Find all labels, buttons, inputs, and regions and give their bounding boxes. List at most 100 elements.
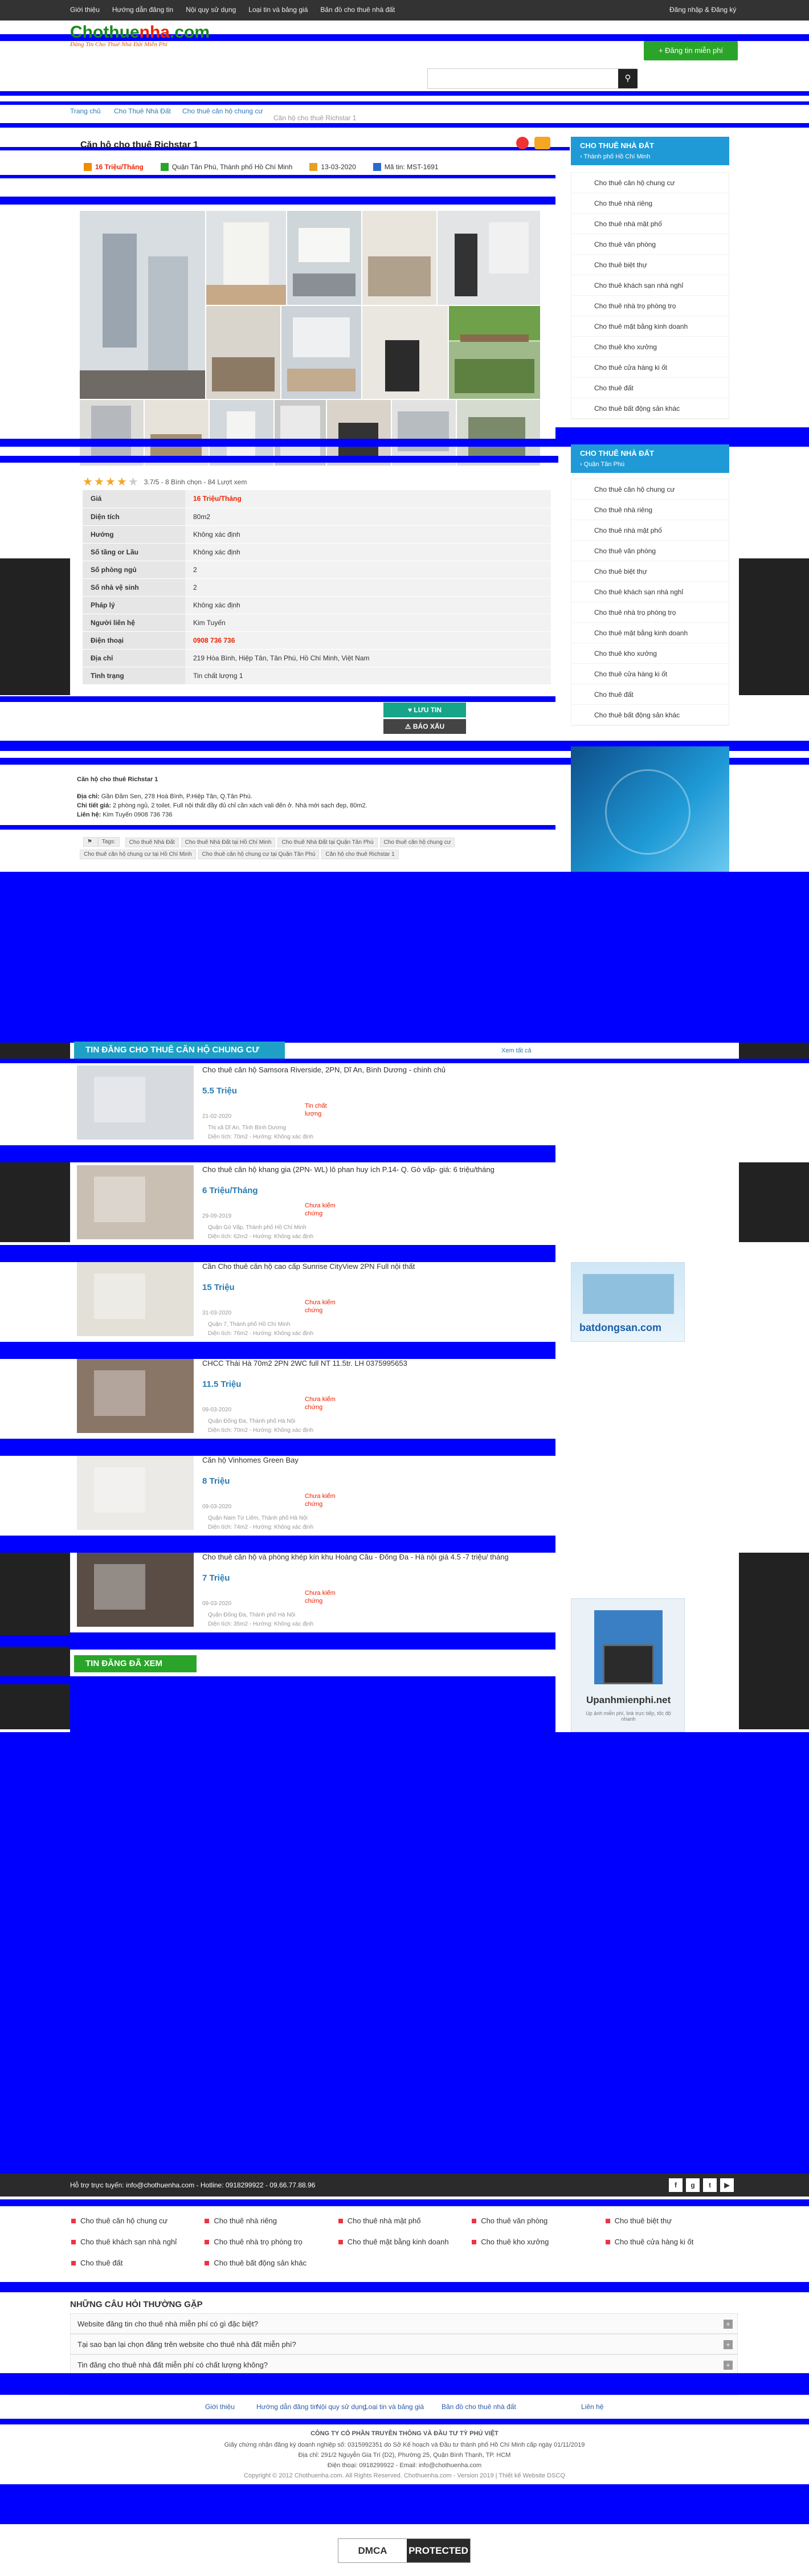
listing-title-link[interactable]: CHCC Thái Hà 70m2 2PN 2WC full NT 11.5tr… bbox=[202, 1359, 544, 1367]
login-link[interactable]: Đăng nhập & Đăng ký bbox=[669, 5, 738, 15]
sidebar-item[interactable]: Cho thuê nhà mặt phố bbox=[571, 520, 729, 541]
sidebar-item[interactable]: Cho thuê cửa hàng ki ốt bbox=[571, 664, 729, 684]
sidebar-item[interactable]: Cho thuê đất bbox=[571, 684, 729, 705]
expand-icon[interactable]: + bbox=[724, 2361, 733, 2370]
listing-thumbnail[interactable] bbox=[77, 1456, 194, 1530]
footer-category-link[interactable]: Cho thuê khách sạn nhà nghỉ bbox=[70, 2238, 203, 2246]
upanh-ad[interactable]: Upanhmienphi.net Up ảnh miễn phí, link t… bbox=[571, 1598, 685, 1732]
footer-nav-link[interactable]: Giới thiệu bbox=[205, 2403, 235, 2411]
footer-category-link[interactable]: Cho thuê đất bbox=[70, 2259, 203, 2267]
expand-icon[interactable]: + bbox=[724, 2340, 733, 2349]
star-icon[interactable]: ★ bbox=[117, 476, 128, 488]
star-icon[interactable]: ★ bbox=[105, 476, 117, 488]
top-nav-link[interactable]: Nội quy sử dụng bbox=[186, 6, 236, 14]
gallery-photo[interactable] bbox=[438, 211, 540, 305]
gallery-photo[interactable] bbox=[281, 306, 361, 399]
post-free-button[interactable]: + Đăng tin miễn phí bbox=[644, 41, 738, 60]
listing-thumbnail[interactable] bbox=[77, 1262, 194, 1336]
top-nav-link[interactable]: Giới thiệu bbox=[70, 6, 100, 14]
gallery-photo[interactable] bbox=[206, 211, 286, 305]
report-button[interactable]: ⚠ BÁO XẤU bbox=[383, 719, 466, 734]
sidebar-item[interactable]: Cho thuê khách sạn nhà nghỉ bbox=[571, 275, 729, 296]
top-nav-link[interactable]: Loại tin và bảng giá bbox=[248, 6, 308, 14]
dmca-badge[interactable]: DMCA PROTECTED bbox=[338, 2538, 471, 2563]
gallery-photo[interactable] bbox=[80, 211, 205, 399]
related-listing[interactable]: Cho thuê căn hộ và phòng khép kín khu Ho… bbox=[77, 1553, 553, 1630]
top-nav-link[interactable]: Hướng dẫn đăng tin bbox=[112, 6, 173, 14]
footer-category-link[interactable]: Cho thuê cửa hàng ki ốt bbox=[604, 2238, 738, 2246]
sidebar-item[interactable]: Cho thuê văn phòng bbox=[571, 541, 729, 561]
star-icon[interactable]: ★ bbox=[128, 476, 140, 488]
listing-title-link[interactable]: Căn hộ Vinhomes Green Bay bbox=[202, 1456, 544, 1464]
sidebar-item[interactable]: Cho thuê văn phòng bbox=[571, 234, 729, 255]
breadcrumb-item[interactable]: Cho Thuê Nhà Đất bbox=[114, 107, 171, 115]
save-listing-button[interactable]: ♥ LƯU TIN bbox=[383, 703, 466, 717]
listing-thumbnail[interactable] bbox=[77, 1359, 194, 1433]
footer-nav-link[interactable]: Nội quy sử dụng bbox=[316, 2403, 366, 2411]
google-plus-icon[interactable]: g bbox=[686, 2178, 700, 2192]
listing-title-link[interactable]: Cần Cho thuê căn hộ cao cấp Sunrise City… bbox=[202, 1262, 544, 1271]
sidebar-item[interactable]: Cho thuê nhà mặt phố bbox=[571, 214, 729, 234]
breadcrumb-item[interactable]: Cho thuê căn hộ chung cư bbox=[182, 107, 263, 115]
star-icon[interactable]: ★ bbox=[83, 476, 94, 488]
top-nav-link[interactable]: Bản đồ cho thuê nhà đất bbox=[320, 6, 395, 14]
footer-category-link[interactable]: Cho thuê nhà riêng bbox=[203, 2216, 337, 2225]
related-listing[interactable]: Cho thuê căn hộ khang gia (2PN- WL) lô p… bbox=[77, 1165, 553, 1242]
sidebar-item[interactable]: Cho thuê nhà riêng bbox=[571, 193, 729, 214]
sidebar-item[interactable]: Cho thuê mặt bằng kinh doanh bbox=[571, 316, 729, 337]
tag[interactable]: Cho thuê Nhà Đất tại Hồ Chí Minh bbox=[181, 838, 276, 847]
sidebar-item[interactable]: Cho thuê biệt thự bbox=[571, 561, 729, 582]
listing-thumbnail[interactable] bbox=[77, 1165, 194, 1239]
related-listing[interactable]: Cho thuê căn hộ Samsora Riverside, 2PN, … bbox=[77, 1065, 553, 1142]
listing-thumbnail[interactable] bbox=[77, 1553, 194, 1627]
gallery-photo[interactable] bbox=[287, 211, 361, 305]
rating-stars[interactable]: ★★★★★ bbox=[83, 475, 140, 489]
footer-category-link[interactable]: Cho thuê bất động sản khác bbox=[203, 2259, 337, 2267]
batdongsan-ad[interactable]: batdongsan.com bbox=[571, 1262, 685, 1342]
footer-category-link[interactable]: Cho thuê mặt bằng kinh doanh bbox=[337, 2238, 471, 2246]
breadcrumb-item[interactable]: Trang chủ bbox=[70, 107, 101, 115]
listing-title-link[interactable]: Cho thuê căn hộ và phòng khép kín khu Ho… bbox=[202, 1553, 544, 1561]
footer-nav-link[interactable]: Loại tin và bảng giá bbox=[365, 2403, 424, 2411]
tag[interactable]: Cho thuê căn hộ chung cư tại Quận Tân Ph… bbox=[198, 850, 320, 859]
listing-title-link[interactable]: Cho thuê căn hộ khang gia (2PN- WL) lô p… bbox=[202, 1165, 544, 1174]
tag[interactable]: Cho thuê Nhà Đất bbox=[125, 838, 179, 847]
tag[interactable]: Cho thuê căn hộ chung cư tại Hồ Chí Minh bbox=[80, 850, 196, 859]
facebook-icon[interactable]: f bbox=[669, 2178, 683, 2192]
related-listing[interactable]: Căn hộ Vinhomes Green Bay 8 Triệu Chưa kiể… bbox=[77, 1456, 553, 1533]
sidebar-item[interactable]: Cho thuê biệt thự bbox=[571, 255, 729, 275]
related-listing[interactable]: CHCC Thái Hà 70m2 2PN 2WC full NT 11.5tr… bbox=[77, 1359, 553, 1436]
footer-category-link[interactable]: Cho thuê kho xưởng bbox=[471, 2238, 604, 2246]
sidebar-item[interactable]: Cho thuê kho xưởng bbox=[571, 337, 729, 357]
footer-category-link[interactable]: Cho thuê nhà mặt phố bbox=[337, 2216, 471, 2225]
related-listing[interactable]: Cần Cho thuê căn hộ cao cấp Sunrise City… bbox=[77, 1262, 553, 1339]
faq-item[interactable]: Tại sao bạn lại chọn đăng trên website c… bbox=[70, 2334, 738, 2354]
sidebar-item[interactable]: Cho thuê nhà riêng bbox=[571, 500, 729, 520]
footer-category-link[interactable]: Cho thuê văn phòng bbox=[471, 2216, 604, 2225]
tag[interactable]: Căn hộ cho thuê Richstar 1 bbox=[321, 850, 399, 859]
site-logo[interactable]: Chothuenha.com Đăng Tin Cho Thuê Nhà Đất… bbox=[70, 23, 210, 48]
search-input[interactable] bbox=[427, 68, 636, 89]
sidebar-item[interactable]: Cho thuê khách sạn nhà nghỉ bbox=[571, 582, 729, 602]
view-all-link[interactable]: Xem tất cả bbox=[501, 1047, 532, 1054]
twitter-icon[interactable]: t bbox=[703, 2178, 717, 2192]
faq-item[interactable]: Website đăng tin cho thuê nhà miễn phí c… bbox=[70, 2313, 738, 2334]
faq-item[interactable]: Tin đăng cho thuê nhà đất miễn phí có ch… bbox=[70, 2354, 738, 2375]
gallery-photo[interactable] bbox=[206, 306, 280, 399]
search-button[interactable]: ⚲ bbox=[618, 69, 638, 88]
tag[interactable]: Cho thuê căn hộ chung cư bbox=[379, 838, 455, 847]
sidebar-item[interactable]: Cho thuê bất động sản khác bbox=[571, 398, 729, 419]
star-icon[interactable]: ★ bbox=[94, 476, 105, 488]
sidebar-item[interactable]: Cho thuê bất động sản khác bbox=[571, 705, 729, 725]
sidebar-item[interactable]: Cho thuê cửa hàng ki ốt bbox=[571, 357, 729, 378]
listing-thumbnail[interactable] bbox=[77, 1065, 194, 1140]
expand-icon[interactable]: + bbox=[724, 2320, 733, 2329]
footer-category-link[interactable]: Cho thuê nhà trọ phòng trọ bbox=[203, 2238, 337, 2246]
sidebar-item[interactable]: Cho thuê nhà trọ phòng trọ bbox=[571, 296, 729, 316]
sidebar-item[interactable]: Cho thuê nhà trọ phòng trọ bbox=[571, 602, 729, 623]
footer-category-link[interactable]: Cho thuê biệt thự bbox=[604, 2216, 738, 2225]
tag[interactable]: Cho thuê Nhà Đất tại Quận Tân Phú bbox=[277, 838, 378, 847]
footer-nav-link[interactable]: Bản đồ cho thuê nhà đất bbox=[442, 2403, 516, 2411]
gallery-photo[interactable] bbox=[362, 306, 448, 399]
sidebar-item[interactable]: Cho thuê căn hộ chung cư bbox=[571, 173, 729, 193]
